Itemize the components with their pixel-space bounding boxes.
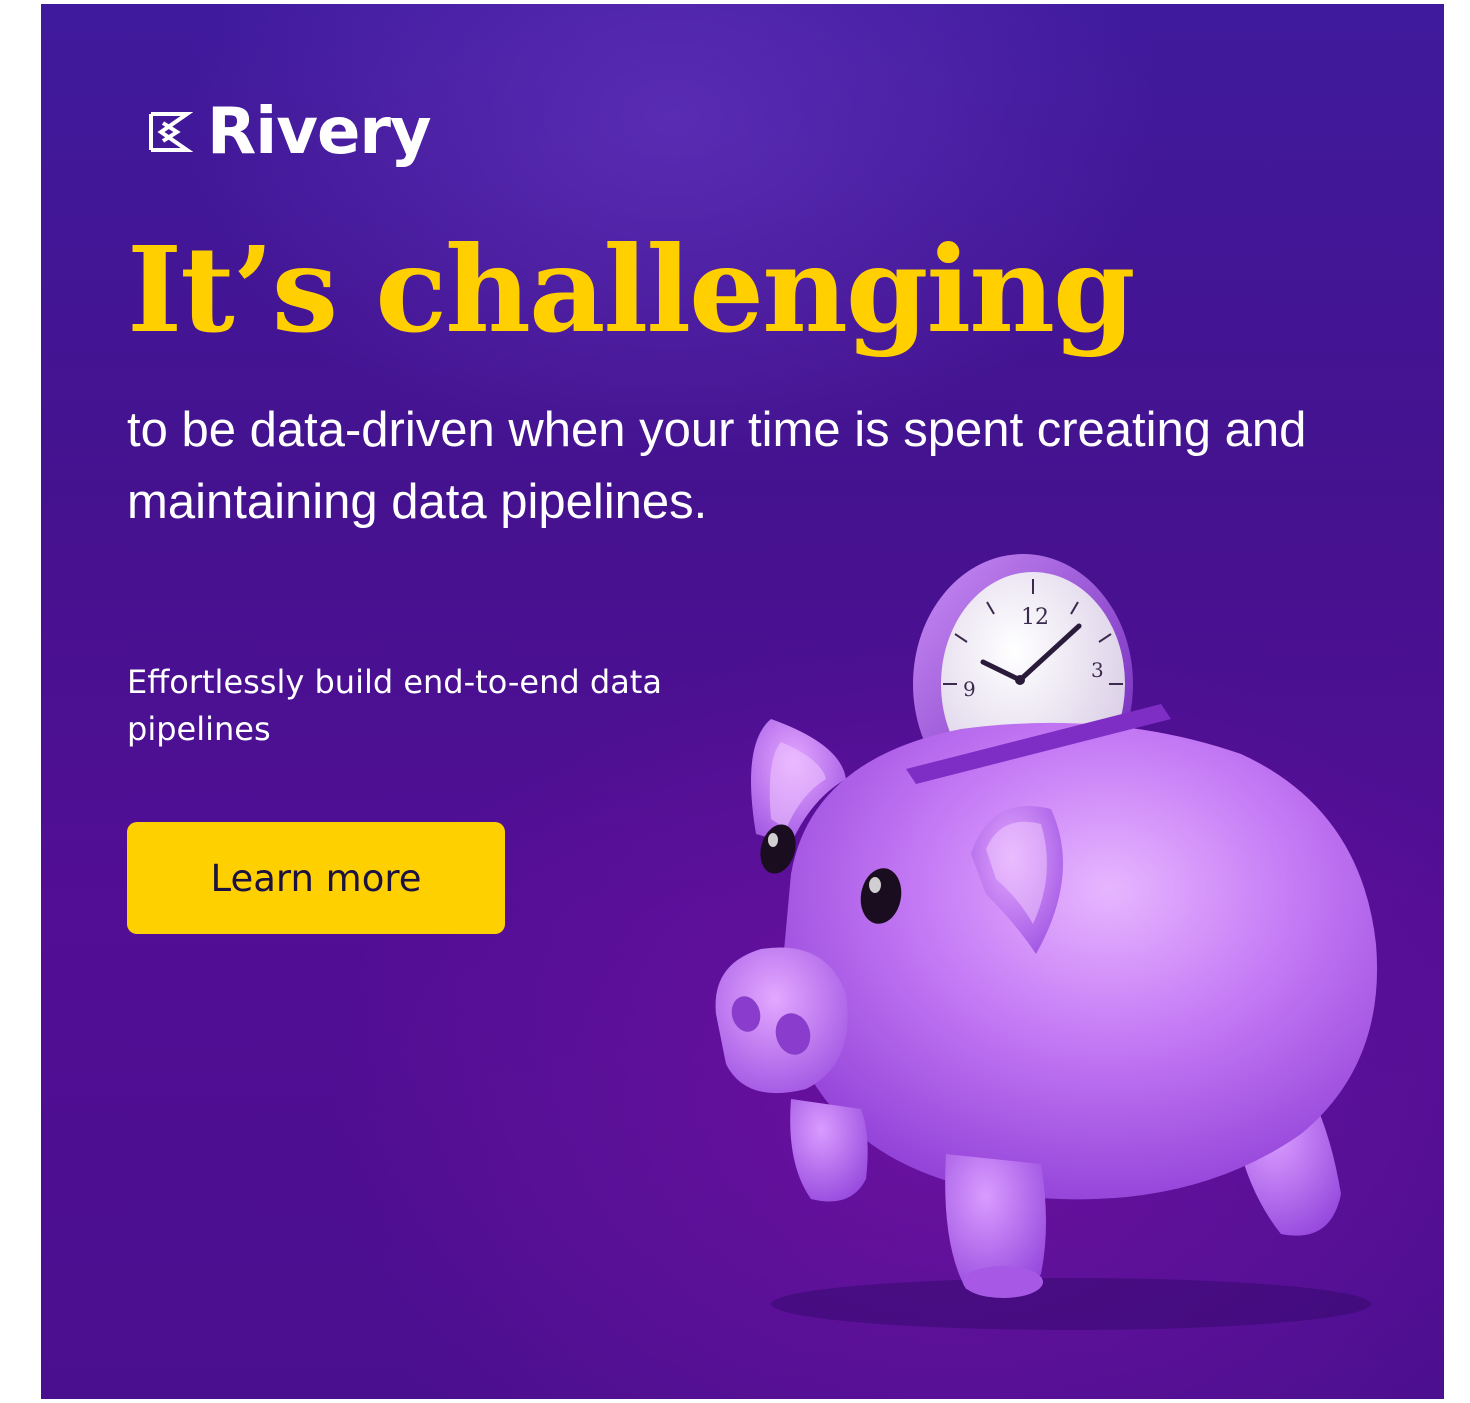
subheadline: to be data-driven when your time is spen…: [127, 403, 1307, 529]
headline: It’s challenging: [127, 220, 1136, 359]
pig-front-leg-left: [790, 1099, 868, 1202]
brand-name: Rivery: [207, 95, 432, 169]
brand-logo[interactable]: Rivery: [145, 92, 432, 172]
pig-body: [781, 722, 1378, 1200]
ad-banner: Rivery It’s challenging to be data-drive…: [41, 4, 1444, 1399]
piggy-bank-illustration: 12 3 6 9: [715, 554, 1378, 1330]
pig-shadow: [771, 1278, 1371, 1330]
pig-snout: [715, 947, 848, 1094]
learn-more-button[interactable]: Learn more: [127, 822, 505, 934]
rivery-logo-icon: [149, 112, 193, 152]
tagline: Effortlessly build end-to-end data pipel…: [127, 663, 662, 748]
svg-text:12: 12: [1021, 605, 1049, 630]
